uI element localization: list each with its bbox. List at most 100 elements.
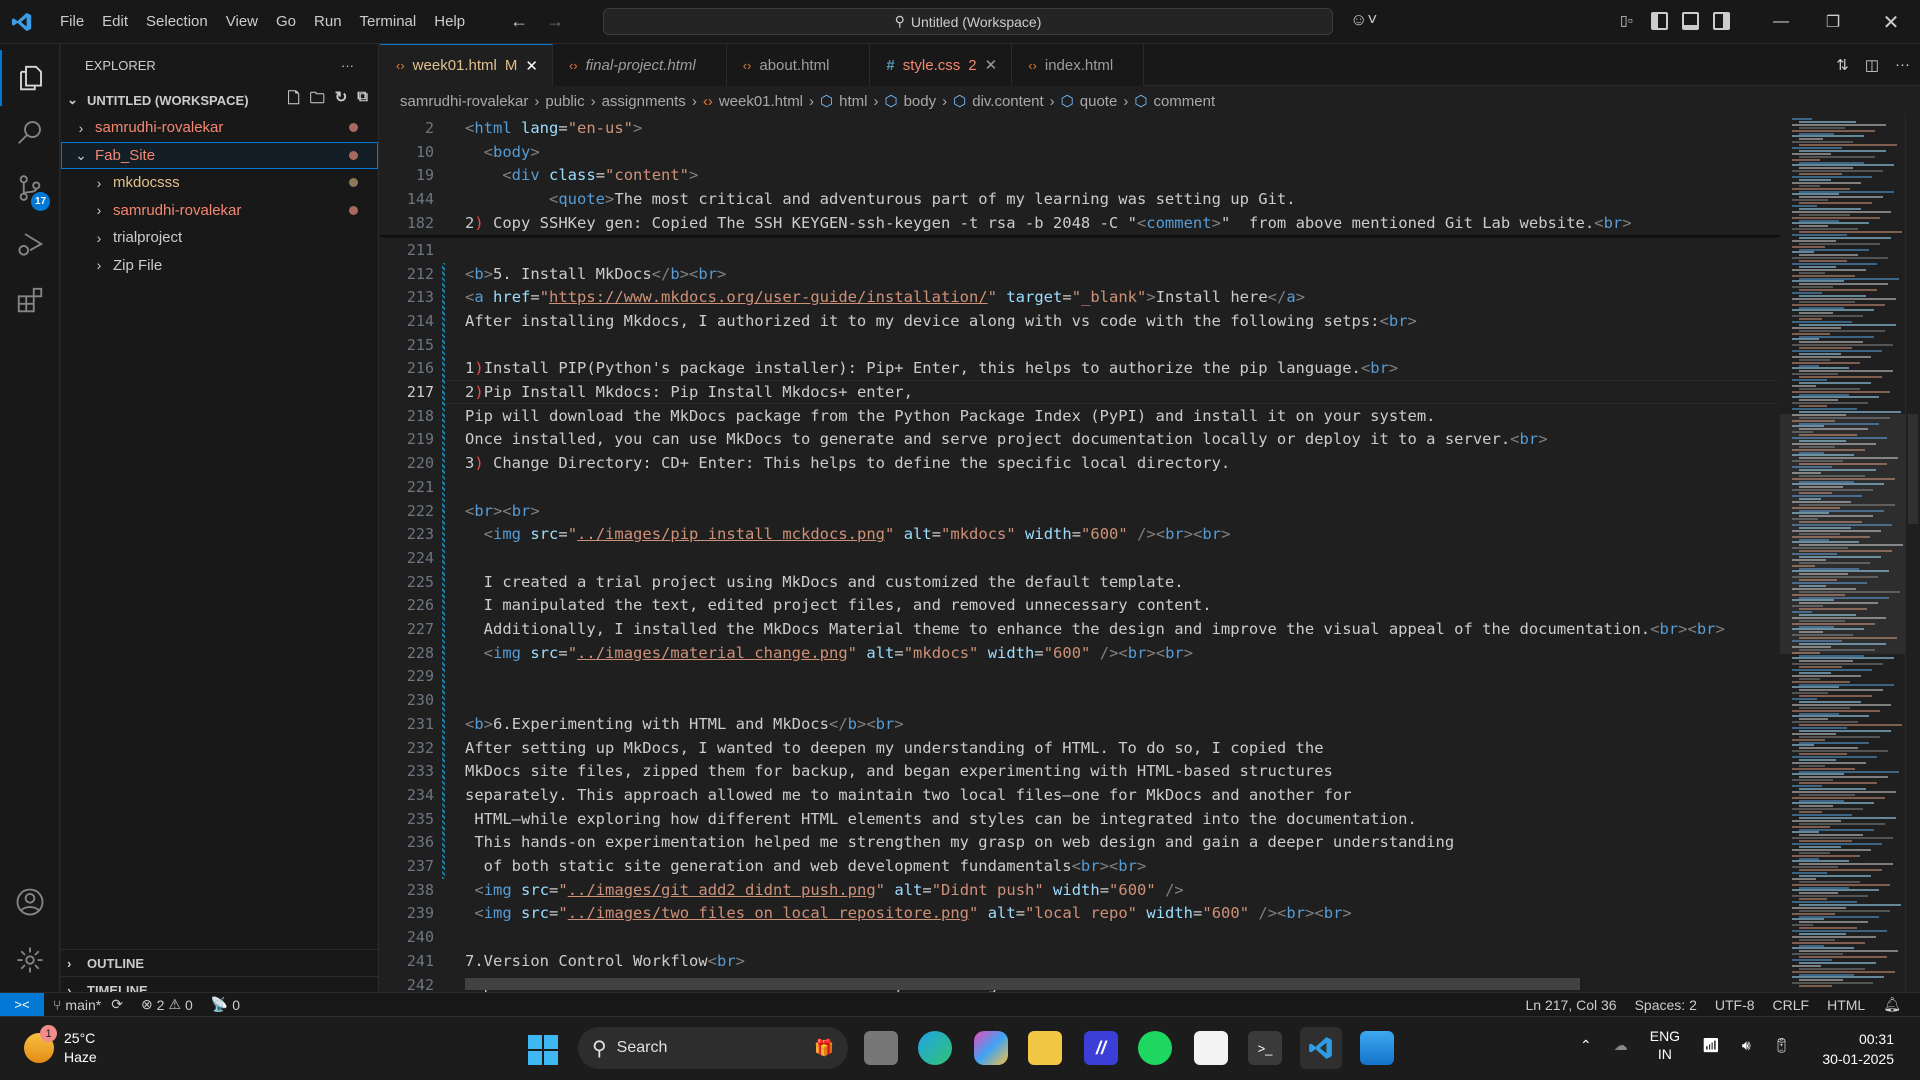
code-line[interactable]: 219 Once installed, you can use MkDocs to… — [380, 428, 1780, 452]
breadcrumb-item[interactable]: div.content — [972, 93, 1043, 110]
copilot-icon[interactable]: ☺˅ — [1350, 10, 1377, 30]
toggle-panel-icon[interactable] — [1682, 12, 1699, 30]
tab-style-css[interactable]: # style.css 2 ✕ — [870, 44, 1013, 86]
code-line[interactable]: 238 <img src="../images/git add2 didnt p… — [380, 878, 1780, 902]
sticky-scroll-line[interactable]: 2 <html lang="en-us"> — [380, 116, 1780, 140]
breadcrumb-item[interactable]: samrudhi-rovalekar — [400, 93, 528, 110]
start-button[interactable] — [528, 1035, 558, 1065]
source-control-button[interactable]: 17 — [0, 160, 60, 216]
edge-icon[interactable] — [918, 1031, 952, 1065]
menu-edit[interactable]: Edit — [93, 0, 137, 44]
breadcrumb-item[interactable]: html — [839, 93, 867, 110]
onedrive-icon[interactable]: ☁ — [1614, 1037, 1628, 1054]
spotify-icon[interactable] — [1138, 1031, 1172, 1065]
code-line[interactable]: 223 <img src="../images/pip install mckd… — [380, 522, 1780, 546]
forward-arrow-icon[interactable]: → — [546, 11, 564, 32]
horizontal-scrollbar[interactable] — [465, 978, 1580, 990]
code-line[interactable]: 224 — [380, 546, 1780, 570]
more-actions-icon[interactable]: ··· — [341, 58, 354, 73]
menu-go[interactable]: Go — [267, 0, 305, 44]
back-arrow-icon[interactable]: ← — [510, 11, 528, 32]
vertical-scrollbar[interactable] — [1905, 114, 1920, 992]
tree-item-trialproject[interactable]: › trialproject — [61, 224, 378, 252]
menu-view[interactable]: View — [217, 0, 267, 44]
menu-terminal[interactable]: Terminal — [351, 0, 426, 44]
encoding[interactable]: UTF-8 — [1706, 996, 1764, 1013]
tab-index-html[interactable]: ‹› index.html — [1012, 44, 1145, 86]
code-line[interactable]: 233 MkDocs site files, zipped them for ba… — [380, 759, 1780, 783]
branch-indicator[interactable]: ⑂ main* ⟳ — [44, 996, 132, 1013]
breadcrumb-item[interactable]: quote — [1080, 93, 1118, 110]
new-folder-icon[interactable]: 🗀 — [310, 88, 325, 113]
breadcrumb-item[interactable]: week01.html — [719, 93, 803, 110]
tree-item-mkdocsss[interactable]: › mkdocsss — [61, 169, 378, 197]
code-line[interactable]: 237 of both static site generation and w… — [380, 854, 1780, 878]
weather-widget[interactable]: 1 25°C Haze — [24, 1025, 97, 1067]
sticky-scroll-line[interactable]: 19 <div class="content"> — [380, 163, 1780, 188]
code-line[interactable]: 217 2)Pip Install Mkdocs: Pip Install Mkd… — [380, 380, 1780, 404]
app-icon[interactable]: // — [1084, 1031, 1118, 1065]
tab-about-html[interactable]: ‹› about.html — [726, 44, 871, 86]
minimap-slider[interactable] — [1780, 414, 1905, 654]
breadcrumb-item[interactable]: assignments — [602, 93, 686, 110]
copilot-app-icon[interactable] — [974, 1031, 1008, 1065]
code-line[interactable]: 240 — [380, 925, 1780, 949]
problems-indicator[interactable]: ⊗ 2 ⚠ 0 — [132, 996, 202, 1013]
language-mode[interactable]: HTML — [1818, 996, 1874, 1013]
manage-button[interactable] — [0, 932, 60, 988]
tab-final-project-html[interactable]: ‹› final-project.html — [552, 44, 727, 86]
open-changes-icon[interactable]: ⇅ — [1836, 56, 1849, 74]
code-line[interactable]: 215 — [380, 333, 1780, 357]
chevron-up-icon[interactable]: ⌃ — [1580, 1037, 1592, 1054]
code-line[interactable]: 216 1)Install PIP(Python's package instal… — [380, 357, 1780, 381]
code-line[interactable]: 231 <b>6.Experimenting with HTML and MkDo… — [380, 712, 1780, 736]
sticky-scroll-line[interactable]: 144 <quote>The most critical and adventu… — [380, 187, 1780, 211]
code-line[interactable]: 226 I manipulated the text, edited proje… — [380, 594, 1780, 618]
new-file-icon[interactable]: 🗋 — [288, 88, 300, 113]
code-line[interactable]: 214 After installing Mkdocs, I authorized… — [380, 309, 1780, 333]
code-line[interactable]: 234 separately. This approach allowed me … — [380, 783, 1780, 807]
tree-item-fab-site[interactable]: ⌄ Fab_Site — [61, 141, 378, 169]
scrollbar-thumb[interactable] — [1908, 414, 1918, 524]
refresh-icon[interactable]: ↻ — [335, 88, 348, 113]
minimize-button[interactable]: — — [1758, 0, 1804, 44]
tree-item-samrudhi-rovalekar[interactable]: › samrudhi-rovalekar — [61, 114, 378, 142]
breadcrumb-item[interactable]: public — [545, 93, 584, 110]
command-center[interactable]: ⚲ Untitled (Workspace) — [603, 8, 1333, 35]
menu-selection[interactable]: Selection — [137, 0, 217, 44]
code-line[interactable]: 241 7.Version Control Workflow<br> — [380, 949, 1780, 973]
breadcrumb-item[interactable]: body — [904, 93, 937, 110]
code-line[interactable]: 212 <b>5. Install MkDocs</b><br> — [380, 262, 1780, 286]
line-ending[interactable]: CRLF — [1764, 996, 1819, 1013]
cursor-position[interactable]: Ln 217, Col 36 — [1517, 996, 1626, 1013]
close-tab-icon[interactable]: ✕ — [525, 57, 538, 75]
sync-icon[interactable]: ⟳ — [111, 996, 123, 1013]
customize-layout-icon[interactable]: ▯▫ — [1620, 12, 1637, 30]
code-line[interactable]: 220 3) Change Directory: CD+ Enter: This … — [380, 451, 1780, 475]
minimap[interactable] — [1780, 114, 1905, 992]
tree-item-samrudhi-rovalekar[interactable]: › samrudhi-rovalekar — [61, 197, 378, 225]
tree-item-zip-file[interactable]: › Zip File — [61, 252, 378, 280]
clock[interactable]: 00:31 30-01-2025 — [1822, 1029, 1894, 1069]
bell-icon[interactable]: 🔔︎ — [1874, 996, 1910, 1013]
code-line[interactable]: 230 — [380, 688, 1780, 712]
code-line[interactable]: 218 Pip will download the MkDocs package … — [380, 404, 1780, 428]
code-line[interactable]: 232 After setting up MkDocs, I wanted to … — [380, 736, 1780, 760]
code-editor[interactable]: 211 212 <b>5. Install MkDocs</b><br> 213 <a … — [380, 114, 1780, 992]
battery-icon[interactable]: 🔋︎ — [1773, 1037, 1791, 1054]
close-tab-icon[interactable]: ✕ — [985, 56, 998, 74]
explorer-button[interactable] — [0, 50, 60, 106]
search-button[interactable] — [0, 104, 60, 160]
toggle-secondary-sidebar-icon[interactable] — [1713, 12, 1730, 30]
code-line[interactable]: 227 Additionally, I installed the MkDocs… — [380, 617, 1780, 641]
volume-icon[interactable]: 🔊︎ — [1742, 1037, 1751, 1054]
wifi-icon[interactable]: 📶︎ — [1702, 1037, 1720, 1054]
extensions-button[interactable] — [0, 272, 60, 328]
code-line[interactable]: 221 — [380, 475, 1780, 499]
more-actions-icon[interactable]: ··· — [1895, 56, 1910, 74]
indentation[interactable]: Spaces: 2 — [1626, 996, 1706, 1013]
remote-indicator[interactable]: >< — [0, 992, 44, 1017]
close-button[interactable]: ✕ — [1868, 0, 1914, 44]
accounts-button[interactable] — [0, 874, 60, 930]
code-line[interactable]: 213 <a href="https://www.mkdocs.org/user-… — [380, 285, 1780, 309]
